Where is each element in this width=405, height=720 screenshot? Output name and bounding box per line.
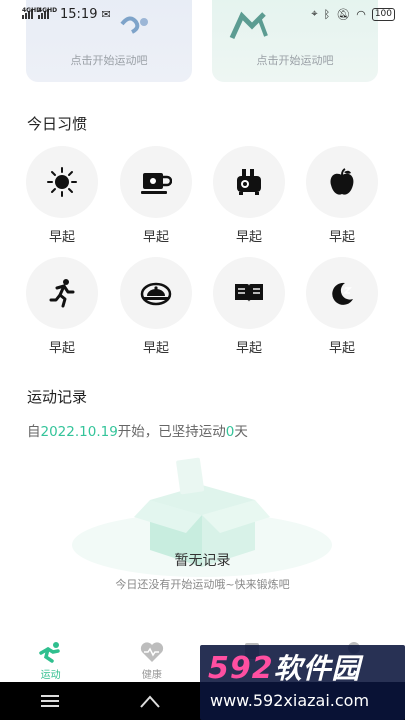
habit-label: 早起 xyxy=(142,341,169,356)
habit-item[interactable]: 早起 xyxy=(213,146,285,245)
habit-label: 早起 xyxy=(235,230,262,245)
running-person-icon xyxy=(49,279,75,308)
habit-label: 早起 xyxy=(48,230,75,245)
habit-circle[interactable] xyxy=(306,257,378,329)
heart-pulse-icon xyxy=(139,640,165,664)
habit-label: 早起 xyxy=(328,230,355,245)
habit-circle[interactable] xyxy=(306,146,378,218)
habit-item[interactable]: 早起 xyxy=(120,257,192,356)
habit-item[interactable]: 早起 xyxy=(213,257,285,356)
habit-label: 早起 xyxy=(48,341,75,356)
notification-icon: ✉ xyxy=(101,7,111,21)
habit-label: 早起 xyxy=(235,341,262,356)
watermark-number: 592 xyxy=(208,651,274,686)
habit-item[interactable]: 早起 xyxy=(26,257,98,356)
watermark: 592软件园 www.592xiazai.com xyxy=(200,645,405,720)
status-time: 15:19 xyxy=(60,6,98,22)
since-date: 2022.10.19 xyxy=(40,424,118,440)
location-icon: ⌖ xyxy=(311,7,318,20)
toaster-icon xyxy=(237,169,261,195)
apple-icon xyxy=(330,168,354,195)
watermark-brand: 592软件园 xyxy=(208,647,361,687)
tab-label: 运动 xyxy=(40,670,61,681)
menu-icon xyxy=(41,695,59,707)
card-hint-text-2: 点击开始运动吧 xyxy=(256,54,334,67)
habit-circle[interactable] xyxy=(120,146,192,218)
food-dish-icon xyxy=(140,282,172,306)
habits-section-title: 今日习惯 xyxy=(27,115,88,133)
exercise-since-line: 自2022.10.19开始，已坚持运动0天 xyxy=(27,420,248,440)
mute-icon: 🔕︎ xyxy=(336,7,351,21)
habit-circle[interactable] xyxy=(120,257,192,329)
sun-icon xyxy=(47,167,77,197)
watermark-text: 软件园 xyxy=(273,652,361,685)
runner-icon xyxy=(38,640,64,664)
habit-circle[interactable] xyxy=(213,257,285,329)
tab-exercise[interactable]: 运动 xyxy=(0,636,101,682)
status-bar: 4GHD 4GHD 15:19 ✉ ⌖ ᛒ 🔕︎ ◠ 100 xyxy=(0,0,405,28)
tab-health[interactable]: 健康 xyxy=(101,636,202,682)
empty-description: 今日还没有开始运动哦~快来锻炼吧 xyxy=(115,578,290,591)
home-icon xyxy=(140,695,160,708)
habit-item[interactable]: 早起 xyxy=(26,146,98,245)
wifi-icon: ◠ xyxy=(356,7,366,21)
habit-circle[interactable] xyxy=(26,257,98,329)
open-book-icon xyxy=(235,284,263,302)
habit-item[interactable]: 早起 xyxy=(306,146,378,245)
records-section-title: 运动记录 xyxy=(27,388,88,406)
tab-label: 健康 xyxy=(141,670,162,681)
signal-icon-2: 4GHD xyxy=(38,7,57,19)
bluetooth-icon: ᛒ xyxy=(323,7,331,21)
habit-label: 早起 xyxy=(328,341,355,356)
card-hint-text: 点击开始运动吧 xyxy=(70,54,148,67)
watermark-url: www.592xiazai.com xyxy=(210,691,370,710)
battery-indicator: 100 xyxy=(371,7,395,21)
habit-circle[interactable] xyxy=(26,146,98,218)
coffee-cup-icon xyxy=(141,173,172,194)
empty-title: 暂无记录 xyxy=(174,553,231,569)
habit-item[interactable]: 早起 xyxy=(306,257,378,356)
since-prefix: 自 xyxy=(27,424,41,440)
menu-button[interactable] xyxy=(0,693,100,709)
home-button[interactable] xyxy=(100,693,200,709)
habit-label: 早起 xyxy=(142,230,169,245)
signal-icon: 4GHD xyxy=(22,7,41,19)
habit-circle[interactable] xyxy=(213,146,285,218)
moon-sleep-icon xyxy=(332,282,353,305)
network-type-label-2: 4GHD xyxy=(38,7,58,14)
since-middle: 开始，已坚持运动 xyxy=(117,424,226,440)
since-suffix: 天 xyxy=(234,424,248,440)
habit-item[interactable]: 早起 xyxy=(120,146,192,245)
